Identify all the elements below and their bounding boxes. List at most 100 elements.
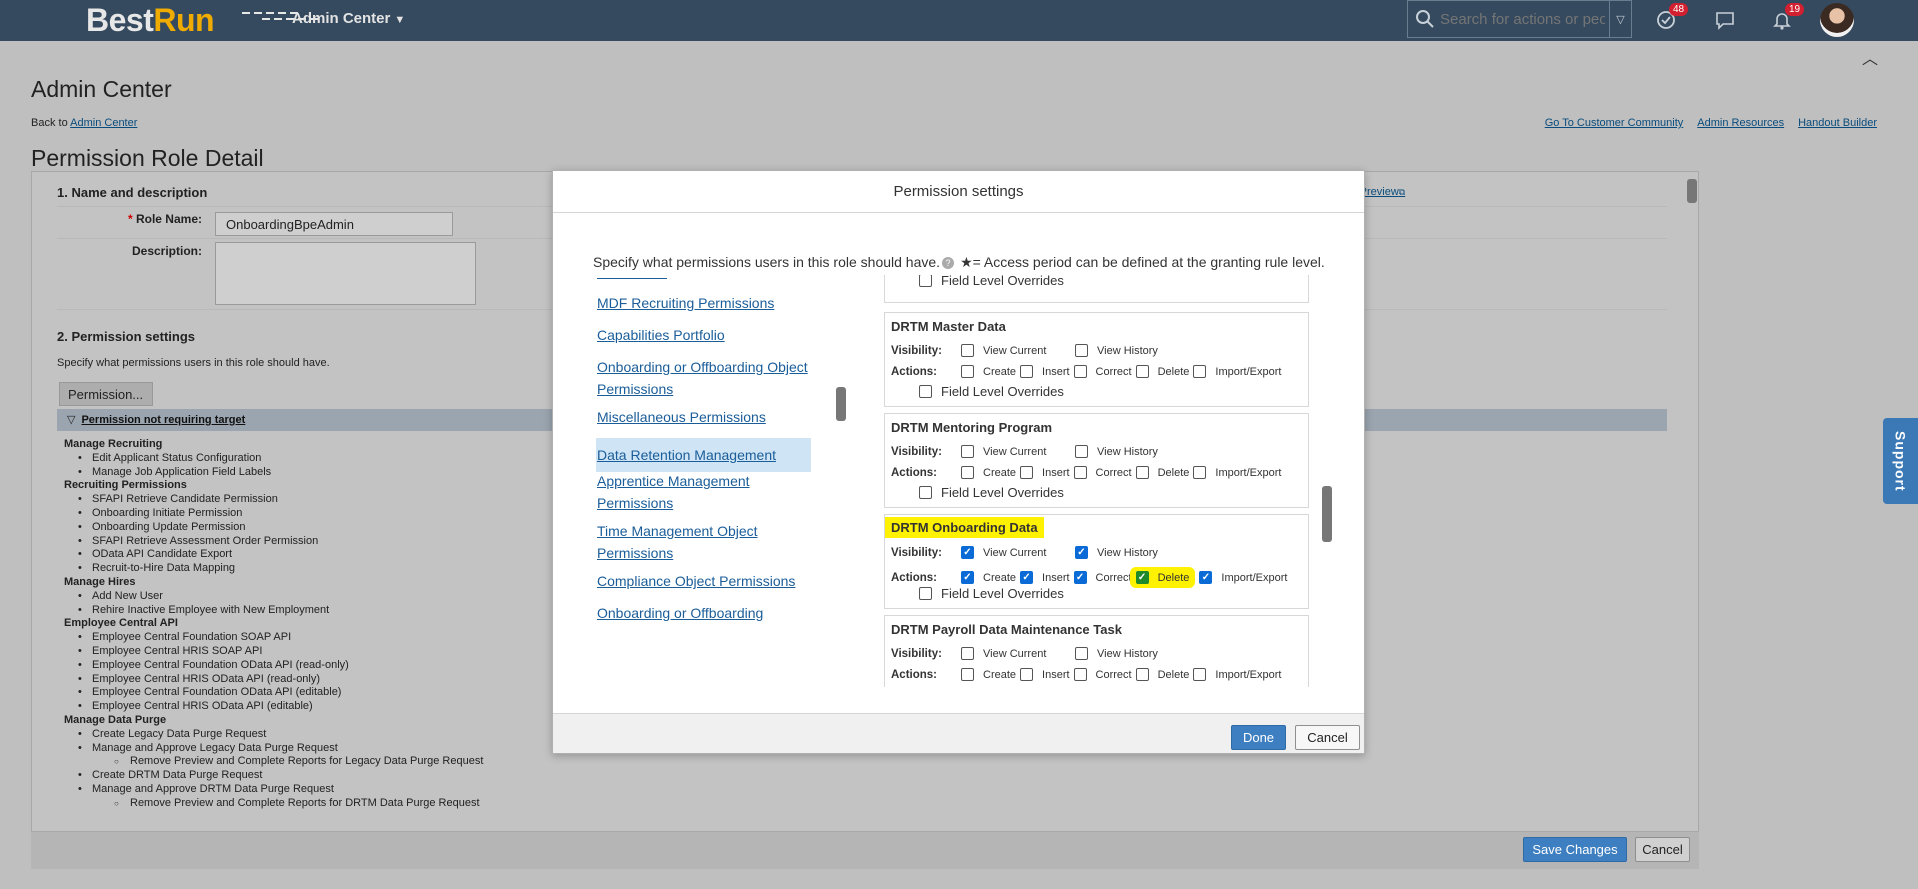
permission-details: Actions: Create Insert Correct Delete Im… <box>884 275 1325 687</box>
feedback-button[interactable] <box>1714 9 1738 31</box>
insert-checkbox[interactable]: ✓ Insert <box>1020 571 1070 584</box>
permission-group-title[interactable]: Permission not requiring target <box>81 414 245 426</box>
global-search: ▽ <box>1407 0 1632 38</box>
permission-item: Employee Central HRIS OData API (read-on… <box>64 673 483 687</box>
view-current-checkbox[interactable]: ✓ View Current <box>961 546 1071 559</box>
delete-checkbox[interactable]: Delete <box>1135 668 1189 681</box>
nav-scrollbar-thumb[interactable] <box>836 387 846 421</box>
create-checkbox[interactable]: Create <box>961 466 1016 479</box>
permission-item: Create Legacy Data Purge Request <box>64 728 483 742</box>
role-detail-title: Permission Role Detail <box>31 145 264 171</box>
checkbox-box <box>1193 668 1207 681</box>
create-checkbox[interactable]: ✓ Create <box>961 571 1016 584</box>
cancel-button[interactable]: Cancel <box>1635 837 1690 862</box>
nav-item[interactable]: Data Retention Management <box>596 438 811 472</box>
correct-checkbox[interactable]: Correct <box>1073 668 1132 681</box>
permission-block: DRTM Payroll Data Maintenance Task Visibi… <box>884 615 1309 687</box>
permission-category: Recruiting Permissions <box>64 479 187 492</box>
insert-checkbox[interactable]: Insert <box>1020 668 1070 681</box>
import-export-checkbox[interactable]: ✓ Import/Export <box>1199 571 1287 584</box>
correct-checkbox[interactable]: Correct <box>1073 466 1132 479</box>
create-checkbox[interactable]: Create <box>961 365 1016 378</box>
checkbox-box <box>961 365 974 378</box>
expand-toggle-icon[interactable]: ▽ <box>67 414 75 426</box>
nav-item[interactable]: Miscellaneous Permissions <box>596 406 811 428</box>
delete-checkbox[interactable]: ✓ Delete <box>1129 567 1196 588</box>
field-level-overrides-checkbox[interactable]: Field Level Overrides <box>919 586 1064 601</box>
search-icon <box>1416 10 1434 28</box>
admin-resources-link[interactable]: Admin Resources <box>1697 117 1784 129</box>
view-history-checkbox[interactable]: View History <box>1075 344 1158 357</box>
permission-item: SFAPI Retrieve Assessment Order Permissi… <box>64 535 483 549</box>
dialog-cancel-button[interactable]: Cancel <box>1295 725 1360 750</box>
search-dropdown-button[interactable]: ▽ <box>1609 1 1631 37</box>
notifications-badge: 19 <box>1785 3 1805 16</box>
permission-item: Remove Preview and Complete Reports for … <box>64 797 483 811</box>
delete-checkbox[interactable]: Delete <box>1135 365 1189 378</box>
checkbox-box: ✓ <box>961 546 974 559</box>
nav-item[interactable]: Capabilities Portfolio <box>596 324 811 346</box>
admin-center-menu[interactable]: Admin Center ▼ <box>292 10 405 27</box>
nav-item[interactable]: Apprentice Management Permissions <box>596 470 811 514</box>
user-avatar[interactable] <box>1820 3 1854 37</box>
view-history-checkbox[interactable]: View History <box>1075 647 1158 660</box>
notifications-button[interactable]: 19 <box>1771 3 1805 31</box>
checkbox-box <box>961 344 974 357</box>
correct-checkbox[interactable]: Correct <box>1073 365 1132 378</box>
permission-item: Manage Job Application Field Labels <box>64 466 483 480</box>
todo-button[interactable]: 48 <box>1655 3 1689 31</box>
checkbox-box <box>961 466 974 479</box>
support-tab[interactable]: Support <box>1883 418 1918 504</box>
customer-community-link[interactable]: Go To Customer Community <box>1545 117 1684 129</box>
done-button[interactable]: Done <box>1231 725 1286 750</box>
description-textarea[interactable] <box>215 242 476 305</box>
insert-checkbox[interactable]: Insert <box>1020 466 1070 479</box>
bestrun-logo[interactable]: BestRun <box>86 2 322 39</box>
permission-scrollbar-thumb[interactable] <box>1322 486 1332 542</box>
view-current-checkbox[interactable]: View Current <box>961 344 1071 357</box>
view-current-checkbox[interactable]: View Current <box>961 445 1071 458</box>
insert-checkbox[interactable]: Insert <box>1020 365 1070 378</box>
section-name-description-title: 1. Name and description <box>57 185 208 200</box>
permission-button[interactable]: Permission... <box>59 382 153 406</box>
help-icon[interactable]: ? <box>942 257 955 270</box>
view-history-checkbox[interactable]: View History <box>1075 445 1158 458</box>
page-scrollbar-thumb[interactable] <box>1687 179 1697 203</box>
import-export-checkbox[interactable]: Import/Export <box>1193 668 1281 681</box>
back-to-admin-center-link[interactable]: Admin Center <box>70 117 137 129</box>
handout-builder-link[interactable]: Handout Builder <box>1798 117 1877 129</box>
view-current-checkbox[interactable]: View Current <box>961 647 1071 660</box>
shell-bar: BestRun Admin Center▼ ▽ 48 19 <box>0 0 1918 41</box>
nav-item[interactable]: Onboarding or Offboarding <box>596 602 811 624</box>
checkbox-box <box>919 385 932 398</box>
permission-category: Manage Data Purge <box>64 713 167 726</box>
import-export-checkbox[interactable]: Import/Export <box>1193 365 1281 378</box>
field-level-overrides-checkbox[interactable]: Field Level Overrides <box>919 384 1064 399</box>
view-history-checkbox[interactable]: ✓ View History <box>1075 546 1158 559</box>
nav-item[interactable]: Onboarding or Offboarding Object Permiss… <box>596 356 811 400</box>
import-export-checkbox[interactable]: Import/Export <box>1193 466 1281 479</box>
permission-item: SFAPI Retrieve Candidate Permission <box>64 493 483 507</box>
permission-item: Employee Central Foundation SOAP API <box>64 631 483 645</box>
nav-item[interactable]: Compliance Object Permissions <box>596 570 811 592</box>
role-name-input[interactable]: OnboardingBpeAdmin <box>215 212 453 236</box>
delete-checkbox[interactable]: Delete <box>1135 466 1189 479</box>
save-changes-button[interactable]: Save Changes <box>1523 837 1627 862</box>
dialog-intro: Specify what permissions users in this r… <box>593 254 1325 270</box>
field-level-overrides-checkbox[interactable]: Field Level Overrides <box>919 275 1064 288</box>
permission-item: Employee Central HRIS SOAP API <box>64 645 483 659</box>
nav-item[interactable]: MDF Recruiting Permissions <box>596 292 811 314</box>
nav-item-partial[interactable] <box>596 275 811 283</box>
dialog-title: Permission settings <box>553 171 1364 213</box>
create-checkbox[interactable]: Create <box>961 668 1016 681</box>
checkbox-box <box>1193 365 1207 378</box>
actions-row: Actions: ✓ Create ✓ Insert ✓ Correct ✓ Delete ✓ Im… <box>891 567 1291 588</box>
search-input[interactable] <box>1440 10 1605 28</box>
nav-item[interactable]: Time Management Object Permissions <box>596 520 811 564</box>
collapse-chevron-up-icon[interactable]: ︿ <box>1862 45 1878 69</box>
permission-item: Remove Preview and Complete Reports for … <box>64 755 483 769</box>
permission-item: Add New User <box>64 590 483 604</box>
visibility-row: Visibility: View Current View History <box>891 647 1158 660</box>
correct-checkbox[interactable]: ✓ Correct <box>1073 571 1132 584</box>
field-level-overrides-checkbox[interactable]: Field Level Overrides <box>919 485 1064 500</box>
